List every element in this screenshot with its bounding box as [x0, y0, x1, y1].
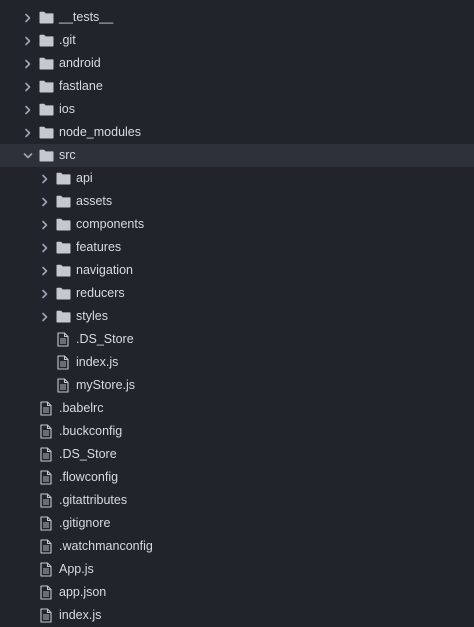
tree-folder-row[interactable]: reducers	[0, 282, 474, 305]
file-icon	[38, 535, 54, 558]
tree-item-label: .gitignore	[59, 516, 111, 530]
tree-item-label: .flowconfig	[59, 470, 119, 484]
tree-item-label: App.js	[59, 562, 94, 576]
tree-folder-row[interactable]: assets	[0, 190, 474, 213]
folder-icon	[38, 75, 54, 98]
file-icon	[38, 466, 54, 489]
tree-item-label: assets	[76, 194, 113, 208]
tree-item-label: ios	[59, 102, 75, 116]
tree-folder-row[interactable]: src	[0, 144, 474, 167]
folder-icon	[55, 167, 71, 190]
tree-folder-row[interactable]: components	[0, 213, 474, 236]
tree-file-row[interactable]: .DS_Store	[0, 328, 474, 351]
tree-folder-row[interactable]: __tests__	[0, 6, 474, 29]
folder-icon	[55, 259, 71, 282]
tree-item-label: .babelrc	[59, 401, 104, 415]
tree-item-label: fastlane	[59, 79, 103, 93]
chevron-right-icon[interactable]	[22, 52, 34, 75]
chevron-right-icon[interactable]	[39, 259, 51, 282]
file-icon	[55, 351, 71, 374]
tree-file-row[interactable]: App.js	[0, 558, 474, 581]
folder-icon	[55, 305, 71, 328]
file-icon	[38, 443, 54, 466]
tree-file-row[interactable]: myStore.js	[0, 374, 474, 397]
folder-icon	[55, 282, 71, 305]
tree-item-label: .git	[59, 33, 76, 47]
folder-icon	[55, 190, 71, 213]
file-icon	[55, 328, 71, 351]
tree-file-row[interactable]: .watchmanconfig	[0, 535, 474, 558]
folder-icon	[38, 52, 54, 75]
tree-item-label: .DS_Store	[76, 332, 134, 346]
file-icon	[38, 512, 54, 535]
folder-icon	[38, 29, 54, 52]
tree-file-row[interactable]: .gitattributes	[0, 489, 474, 512]
tree-item-label: navigation	[76, 263, 133, 277]
tree-file-row[interactable]: .babelrc	[0, 397, 474, 420]
tree-item-label: reducers	[76, 286, 125, 300]
tree-item-label: api	[76, 171, 93, 185]
tree-item-label: components	[76, 217, 145, 231]
tree-item-label: .watchmanconfig	[59, 539, 153, 553]
tree-item-label: .gitattributes	[59, 493, 128, 507]
tree-item-label: src	[59, 148, 76, 162]
folder-icon	[38, 144, 54, 167]
chevron-right-icon[interactable]	[39, 190, 51, 213]
folder-icon	[38, 98, 54, 121]
tree-folder-row[interactable]: api	[0, 167, 474, 190]
tree-item-label: .DS_Store	[59, 447, 117, 461]
tree-item-label: android	[59, 56, 101, 70]
folder-icon	[38, 6, 54, 29]
chevron-right-icon[interactable]	[22, 29, 34, 52]
folder-icon	[38, 121, 54, 144]
file-icon	[38, 489, 54, 512]
tree-folder-row[interactable]: styles	[0, 305, 474, 328]
tree-item-label: .buckconfig	[59, 424, 123, 438]
file-icon	[38, 581, 54, 604]
tree-item-label: app.json	[59, 585, 107, 599]
tree-item-label: index.js	[76, 355, 119, 369]
tree-item-label: myStore.js	[76, 378, 136, 392]
tree-folder-row[interactable]: android	[0, 52, 474, 75]
chevron-right-icon[interactable]	[39, 282, 51, 305]
file-icon	[38, 397, 54, 420]
file-icon	[38, 420, 54, 443]
tree-folder-row[interactable]: .git	[0, 29, 474, 52]
tree-item-label: features	[76, 240, 122, 254]
tree-folder-row[interactable]: navigation	[0, 259, 474, 282]
tree-folder-row[interactable]: features	[0, 236, 474, 259]
chevron-right-icon[interactable]	[22, 6, 34, 29]
file-icon	[55, 374, 71, 397]
chevron-right-icon[interactable]	[22, 98, 34, 121]
tree-file-row[interactable]: .gitignore	[0, 512, 474, 535]
file-tree: __tests__ .git android fastlane ios node_modu…	[0, 0, 474, 624]
chevron-right-icon[interactable]	[22, 75, 34, 98]
folder-icon	[55, 213, 71, 236]
tree-file-row[interactable]: .flowconfig	[0, 466, 474, 489]
chevron-down-icon[interactable]	[22, 144, 34, 167]
tree-folder-row[interactable]: fastlane	[0, 75, 474, 98]
tree-file-row[interactable]: .DS_Store	[0, 443, 474, 466]
tree-item-label: __tests__	[59, 10, 114, 24]
tree-file-row[interactable]: .buckconfig	[0, 420, 474, 443]
chevron-right-icon[interactable]	[39, 236, 51, 259]
tree-file-row[interactable]: app.json	[0, 581, 474, 604]
tree-item-label: styles	[76, 309, 108, 323]
chevron-right-icon[interactable]	[39, 305, 51, 328]
chevron-right-icon[interactable]	[39, 213, 51, 236]
tree-folder-row[interactable]: ios	[0, 98, 474, 121]
tree-folder-row[interactable]: node_modules	[0, 121, 474, 144]
file-icon	[38, 558, 54, 581]
chevron-right-icon[interactable]	[22, 121, 34, 144]
folder-icon	[55, 236, 71, 259]
chevron-right-icon[interactable]	[39, 167, 51, 190]
tree-item-label: node_modules	[59, 125, 142, 139]
tree-file-row[interactable]: index.js	[0, 351, 474, 374]
